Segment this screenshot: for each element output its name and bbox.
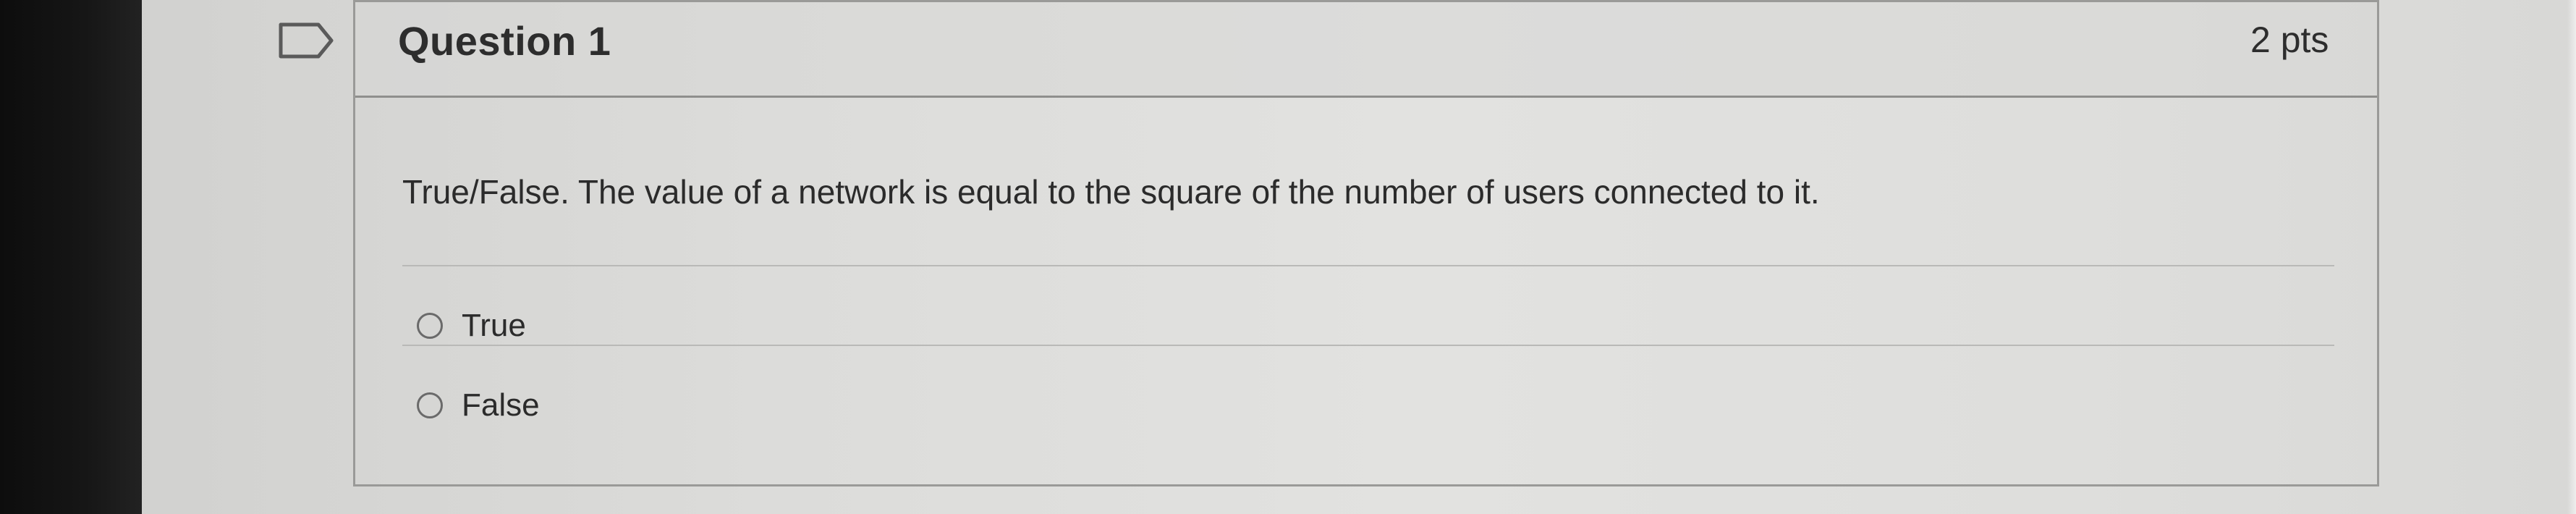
question-points: 2 pts — [2250, 20, 2329, 60]
radio-button-icon[interactable] — [417, 313, 443, 339]
answer-label: True — [462, 308, 526, 343]
question-card — [353, 0, 2379, 486]
answer-label: False — [462, 387, 540, 423]
question-title: Question 1 — [398, 18, 611, 64]
bookmark-flag-icon[interactable] — [278, 22, 336, 59]
screen-edge — [2567, 0, 2576, 514]
answer-option-false[interactable]: False — [417, 384, 540, 427]
answer-divider — [402, 345, 2334, 346]
answer-divider — [402, 265, 2334, 266]
question-header — [355, 2, 2377, 98]
monitor-bezel — [0, 0, 142, 514]
answer-option-true[interactable]: True — [417, 304, 526, 347]
radio-button-icon[interactable] — [417, 392, 443, 418]
question-text: True/False. The value of a network is eq… — [402, 173, 1820, 211]
